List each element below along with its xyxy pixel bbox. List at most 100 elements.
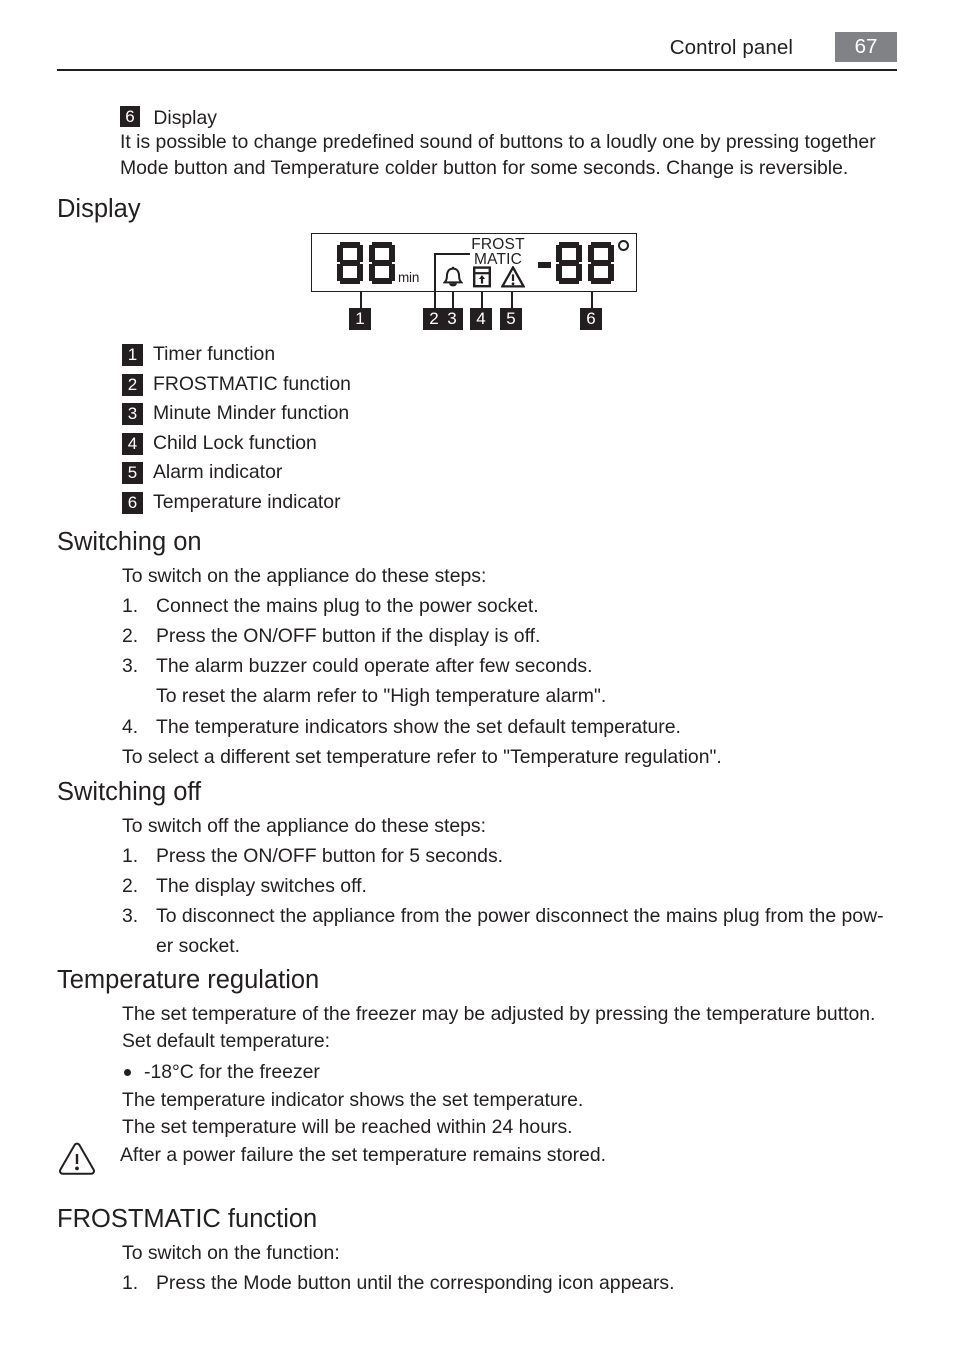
switching-off-steps: To switch off the appliance do these ste…	[122, 813, 912, 960]
step-wrap-text: er socket.	[156, 935, 241, 957]
temp-reg-line-1: The set temperature of the freezer may b…	[122, 1003, 876, 1025]
legend-label-3: Minute Minder function	[153, 402, 350, 425]
legend-chip-6: 6	[122, 491, 143, 514]
step-note-text: To reset the alarm refer to "High temper…	[156, 685, 607, 707]
header-divider	[57, 69, 897, 72]
temp-reg-line-4: The set temperature will be reached with…	[122, 1116, 573, 1138]
legend-item-4: 4 Child Lock function	[122, 430, 552, 460]
switching-on-intro: To switch on the appliance do these step…	[122, 565, 487, 587]
bell-icon	[443, 266, 463, 287]
manual-page: Control panel 67 6 Display It is possibl…	[0, 0, 954, 1352]
temp-reg-line-2: Set default temperature:	[122, 1030, 331, 1052]
callout-box-5: 5	[500, 308, 522, 330]
temperature-regulation-body: The set temperature of the freezer may b…	[122, 1001, 912, 1141]
switching-on-closing: To select a different set temperature re…	[122, 746, 722, 768]
intro-line-1: It is possible to change predefined soun…	[120, 131, 876, 153]
step-number: 3.	[122, 905, 139, 927]
legend-item-5: 5 Alarm indicator	[122, 459, 552, 489]
legend-item-1: 1 Timer function	[122, 341, 552, 371]
leader-line-2-horizontal	[434, 253, 470, 255]
step-text: Connect the mains plug to the power sock…	[156, 595, 539, 617]
heading-switching-off: Switching off	[57, 778, 202, 806]
switching-on-steps: To switch on the appliance do these step…	[122, 563, 882, 770]
step-number: 3.	[122, 655, 139, 677]
step-text: The temperature indicators show the set …	[156, 716, 681, 738]
display-legend-list: 1 Timer function 2 FROSTMATIC function 3…	[122, 341, 552, 519]
legend-label-4: Child Lock function	[153, 431, 317, 454]
callout-box-6: 6	[580, 308, 602, 330]
switching-on-step-2: 2. Press the ON/OFF button if the displa…	[122, 623, 882, 653]
legend-item-2: 2 FROSTMATIC function	[122, 371, 552, 401]
heading-frostmatic-function: FROSTMATIC function	[57, 1205, 318, 1233]
step-text: Press the ON/OFF button if the display i…	[156, 625, 541, 647]
timer-digit-ones	[369, 242, 395, 284]
caution-note-text: After a power failure the set temperatur…	[120, 1144, 607, 1166]
legend-item-3: 3 Minute Minder function	[122, 400, 552, 430]
legend-label-6: Temperature indicator	[153, 490, 341, 513]
step-text: The display switches off.	[156, 875, 367, 897]
switching-off-step-1: 1. Press the ON/OFF button for 5 seconds…	[122, 843, 912, 873]
switching-on-step-4: 4. The temperature indicators show the s…	[122, 714, 882, 744]
step-text: Press the Mode button until the correspo…	[156, 1272, 675, 1294]
temperature-digit-ones	[588, 242, 614, 284]
step-text: Press the ON/OFF button for 5 seconds.	[156, 845, 504, 867]
heading-temperature-regulation: Temperature regulation	[57, 966, 320, 994]
step-text: To disconnect the appliance from the pow…	[156, 905, 884, 927]
intro-chip-label: Display	[153, 107, 217, 129]
switching-off-intro: To switch off the appliance do these ste…	[122, 815, 486, 837]
leader-tick-1	[360, 292, 362, 308]
heading-display: Display	[57, 195, 141, 223]
legend-chip-2: 2	[122, 373, 143, 396]
page-header: Control panel 67	[57, 32, 897, 70]
callout-chip-6: 6	[120, 106, 140, 127]
frostmatic-step-1: 1. Press the Mode button until the corre…	[122, 1270, 912, 1300]
switching-off-step-3-wrap: er socket.	[122, 933, 912, 960]
callout-box-4: 4	[470, 308, 492, 330]
warning-triangle-icon	[501, 266, 525, 288]
leader-tick-3	[452, 292, 454, 308]
page-number: 67	[854, 35, 878, 58]
timer-unit-label: min	[398, 270, 420, 285]
intro-chip-row: 6 Display	[120, 106, 895, 130]
temp-reg-bullet-row: -18°C for the freezer	[122, 1059, 912, 1087]
bullet-icon	[124, 1069, 131, 1076]
frostmatic-function-steps: To switch on the function: 1. Press the …	[122, 1240, 912, 1300]
frostmatic-intro: To switch on the function:	[122, 1242, 340, 1264]
leader-tick-4	[481, 292, 483, 308]
legend-chip-1: 1	[122, 344, 143, 366]
step-number: 1.	[122, 845, 139, 867]
leader-line-2-vertical	[434, 253, 436, 312]
leader-tick-5	[511, 292, 513, 308]
step-number: 1.	[122, 1272, 139, 1294]
temp-reg-bullet-text: -18°C for the freezer	[144, 1061, 320, 1083]
legend-chip-3: 3	[122, 403, 143, 426]
switching-on-step-3-note: To reset the alarm refer to "High temper…	[122, 683, 882, 714]
step-number: 2.	[122, 625, 139, 647]
step-number: 1.	[122, 595, 139, 617]
callout-box-3: 3	[441, 308, 463, 330]
degree-symbol	[618, 240, 629, 251]
legend-chip-4: 4	[122, 432, 143, 455]
step-number: 2.	[122, 875, 139, 897]
page-number-box: 67	[835, 32, 897, 62]
header-title: Control panel	[669, 36, 793, 59]
temperature-minus-sign	[538, 262, 551, 268]
legend-item-6: 6 Temperature indicator	[122, 489, 552, 519]
lcd-display-diagram: min FROST MATIC 1 2 3 4 5 6	[311, 233, 643, 331]
leader-tick-6	[591, 292, 593, 308]
callout-box-1: 1	[349, 308, 371, 330]
temperature-digit-tens	[556, 242, 582, 284]
legend-label-1: Timer function	[153, 343, 276, 365]
temp-reg-line-3: The temperature indicator shows the set …	[122, 1089, 584, 1111]
legend-chip-5: 5	[122, 462, 143, 485]
intro-line-2: Mode button and Temperature colder butto…	[120, 156, 849, 179]
timer-digit-tens	[337, 242, 363, 284]
step-number: 4.	[122, 716, 139, 738]
switching-on-step-3: 3. The alarm buzzer could operate after …	[122, 653, 882, 683]
legend-label-2: FROSTMATIC function	[153, 372, 351, 395]
switching-on-step-1: 1. Connect the mains plug to the power s…	[122, 593, 882, 623]
legend-label-5: Alarm indicator	[153, 461, 283, 484]
caution-triangle-icon	[59, 1142, 95, 1175]
step-text: The alarm buzzer could operate after few…	[156, 655, 593, 677]
switching-off-step-2: 2. The display switches off.	[122, 873, 912, 903]
